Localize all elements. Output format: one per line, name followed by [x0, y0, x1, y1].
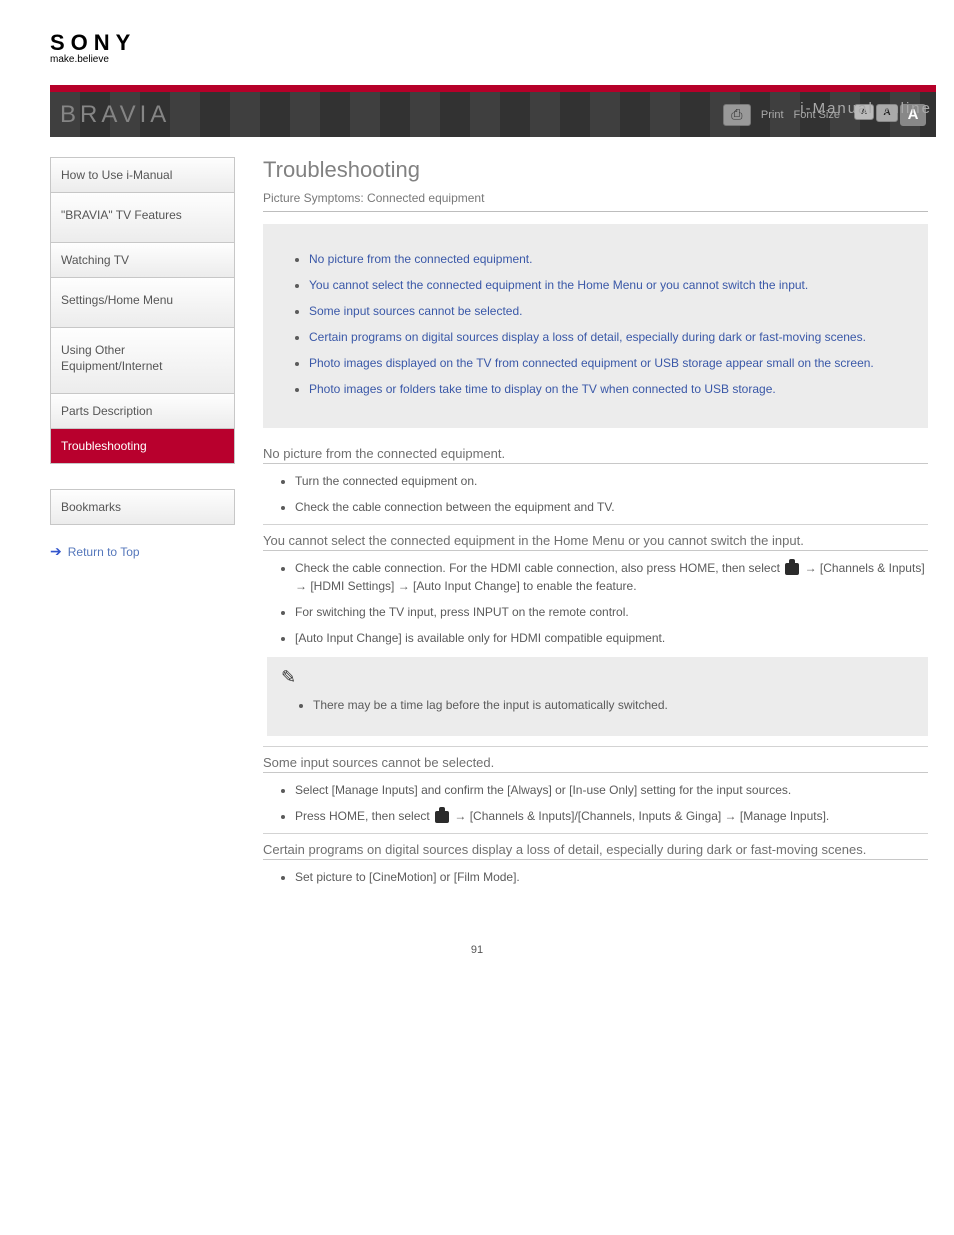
section-cannot-select: You cannot select the connected equipmen…: [263, 524, 928, 736]
content: Troubleshooting Picture Symptoms: Connec…: [255, 157, 936, 894]
symptom-list-card: No picture from the connected equipment.…: [263, 224, 928, 428]
section-title: No picture from the connected equipment.: [263, 446, 928, 461]
section-no-picture: No picture from the connected equipment.…: [263, 446, 928, 516]
section-some-inputs: Some input sources cannot be selected. S…: [263, 746, 928, 825]
note-box: ✎ There may be a time lag before the inp…: [267, 657, 928, 736]
section-title: You cannot select the connected equipmen…: [263, 533, 928, 548]
section-title: Some input sources cannot be selected.: [263, 755, 928, 770]
section-loss-detail: Certain programs on digital sources disp…: [263, 833, 928, 886]
list-item: Turn the connected equipment on.: [295, 472, 928, 490]
sidebar: How to Use i-Manual "BRAVIA" TV Features…: [50, 157, 235, 894]
divider: [263, 211, 928, 212]
sidebar-item-troubleshooting[interactable]: Troubleshooting: [51, 429, 234, 463]
nav-list: How to Use i-Manual "BRAVIA" TV Features…: [50, 157, 235, 464]
pencil-icon: ✎: [281, 667, 296, 687]
symptom-link[interactable]: Photo images or folders take time to dis…: [309, 380, 914, 398]
divider: [263, 463, 928, 464]
list-item: Set picture to [CineMotion] or [Film Mod…: [295, 868, 928, 886]
bookmarks-button[interactable]: Bookmarks: [50, 489, 235, 525]
model-logo: BRAVIA: [60, 101, 170, 129]
toolbox-icon: [785, 563, 799, 575]
page-number: 91: [0, 944, 954, 976]
print-label: Print: [761, 109, 784, 121]
divider: [263, 833, 928, 834]
sidebar-item-settings[interactable]: Settings/Home Menu: [51, 278, 234, 328]
accent-bar: [50, 85, 936, 92]
list-item: [Auto Input Change] is available only fo…: [295, 629, 928, 647]
sidebar-item-other-equipment[interactable]: Using Other Equipment/Internet: [51, 328, 234, 395]
tagline: make.believe: [50, 54, 954, 65]
symptom-link[interactable]: Photo images displayed on the TV from co…: [309, 354, 914, 372]
list-item: Select [Manage Inputs] and confirm the […: [295, 781, 928, 799]
divider: [263, 550, 928, 551]
toolbox-icon: [435, 811, 449, 823]
printer-icon: ⎙: [731, 106, 742, 123]
list-item: For switching the TV input, press INPUT …: [295, 603, 928, 621]
arrow-right-icon: ➔: [50, 543, 62, 560]
print-button[interactable]: ⎙: [723, 104, 751, 126]
imanual-label: i-Manual online: [800, 100, 932, 117]
list-item: Check the cable connection between the e…: [295, 498, 928, 516]
sidebar-item-parts[interactable]: Parts Description: [51, 394, 234, 429]
sidebar-item-how-to-use[interactable]: How to Use i-Manual: [51, 158, 234, 193]
breadcrumb: Picture Symptoms: Connected equipment: [263, 191, 928, 205]
divider: [263, 859, 928, 860]
list-item: Check the cable connection. For the HDMI…: [295, 559, 928, 595]
return-label: Return to Top: [68, 545, 140, 559]
symptom-link[interactable]: Some input sources cannot be selected.: [309, 302, 914, 320]
symptom-link[interactable]: No picture from the connected equipment.: [309, 250, 914, 268]
brand-logo: SONY: [50, 30, 954, 56]
sidebar-item-watching[interactable]: Watching TV: [51, 243, 234, 278]
symptom-link[interactable]: You cannot select the connected equipmen…: [309, 276, 914, 294]
note-item: There may be a time lag before the input…: [313, 696, 914, 714]
sidebar-item-features[interactable]: "BRAVIA" TV Features: [51, 193, 234, 243]
return-to-top-link[interactable]: ➔ Return to Top: [50, 543, 235, 560]
page-title: Troubleshooting: [263, 157, 928, 183]
divider: [263, 524, 928, 525]
section-title: Certain programs on digital sources disp…: [263, 842, 928, 857]
list-item: Press HOME, then select → [Channels & In…: [295, 807, 928, 825]
symptom-link[interactable]: Certain programs on digital sources disp…: [309, 328, 914, 346]
divider: [263, 746, 928, 747]
divider: [263, 772, 928, 773]
